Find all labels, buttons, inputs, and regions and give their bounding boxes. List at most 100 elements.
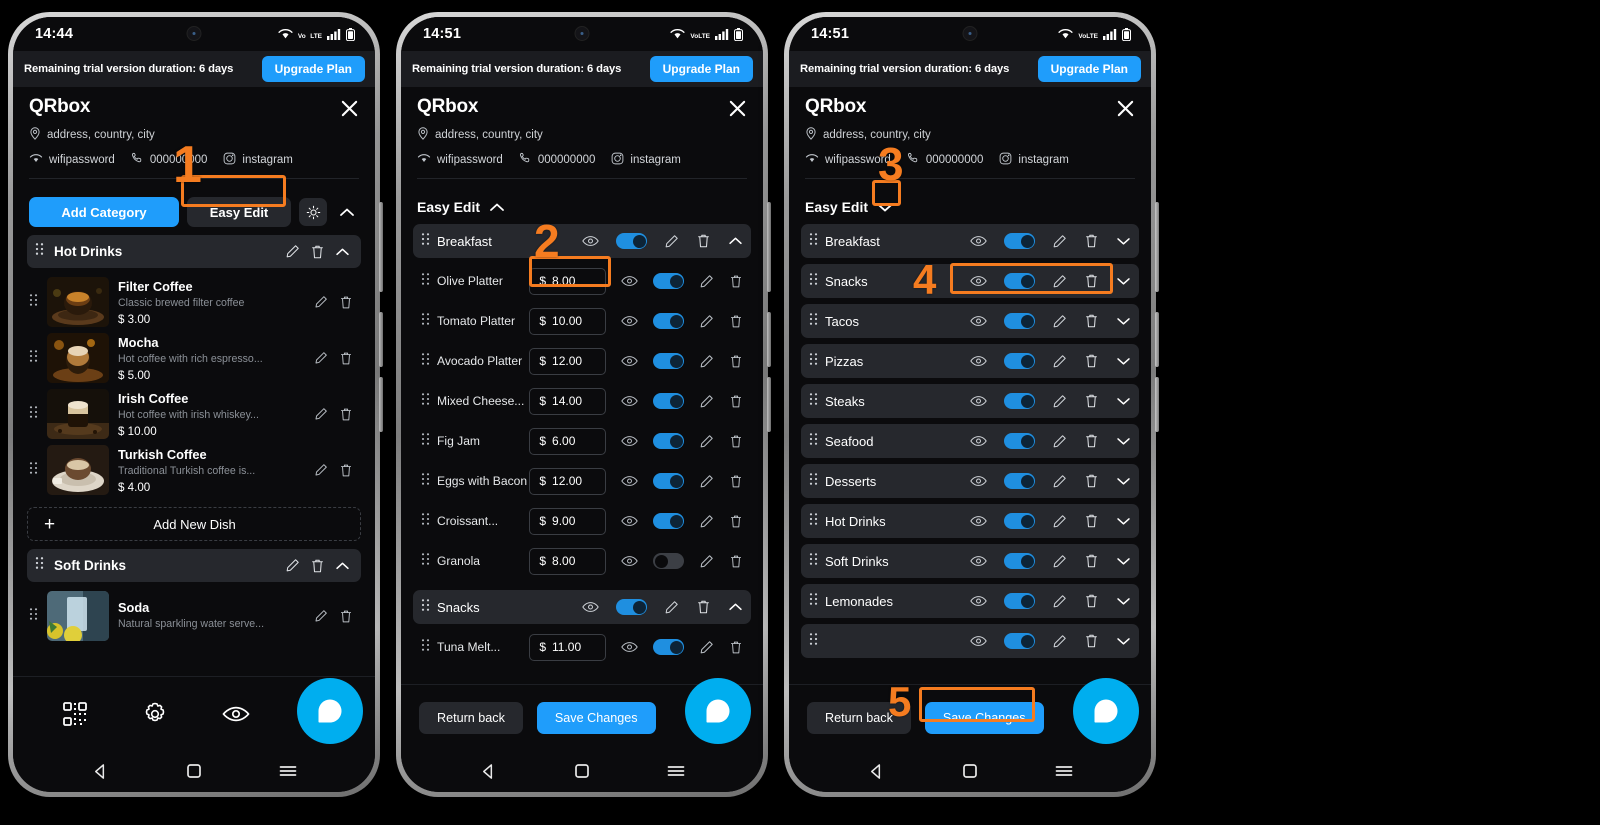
close-icon[interactable] [728, 96, 747, 118]
expand-chevron-down-icon[interactable] [1116, 516, 1131, 526]
delete-trash-icon[interactable] [729, 474, 743, 489]
easy-edit-item-row[interactable]: Mixed Cheese... $14.00 [413, 384, 751, 418]
easy-edit-category-row[interactable]: Pizzas [801, 344, 1139, 378]
edit-pencil-icon[interactable] [1052, 274, 1067, 289]
visibility-toggle[interactable] [1004, 273, 1035, 289]
edit-pencil-icon[interactable] [699, 474, 714, 489]
easy-edit-item-row[interactable]: Olive Platter $8.00 [413, 264, 751, 298]
drag-handle-icon[interactable] [421, 512, 430, 531]
visibility-toggle[interactable] [653, 513, 684, 529]
back-triangle-icon[interactable] [92, 763, 109, 780]
eye-icon[interactable] [582, 601, 599, 613]
eye-icon[interactable] [970, 275, 987, 287]
visibility-toggle[interactable] [1004, 513, 1035, 529]
save-changes-button[interactable]: Save Changes [924, 701, 1044, 734]
easy-edit-category-row[interactable]: Seafood [801, 424, 1139, 458]
eye-icon[interactable] [970, 635, 987, 647]
delete-trash-icon[interactable] [696, 599, 711, 615]
recents-menu-icon[interactable] [279, 764, 297, 778]
edit-pencil-icon[interactable] [1052, 314, 1067, 329]
dish-row[interactable]: Soda Natural sparkling water serve... [27, 588, 361, 644]
close-icon[interactable] [1116, 96, 1135, 118]
eye-icon[interactable] [970, 315, 987, 327]
add-category-button[interactable]: Add Category [29, 197, 179, 227]
visibility-toggle[interactable] [653, 473, 684, 489]
expand-chevron-down-icon[interactable] [1116, 356, 1131, 366]
easy-edit-chevron-down-icon[interactable] [877, 202, 893, 213]
easy-edit-button[interactable]: Easy Edit [187, 197, 291, 227]
eye-icon[interactable] [970, 555, 987, 567]
expand-chevron-down-icon[interactable] [1116, 556, 1131, 566]
drag-handle-icon[interactable] [809, 392, 818, 411]
drag-handle-icon[interactable] [809, 432, 818, 451]
delete-trash-icon[interactable] [696, 233, 711, 249]
return-back-button[interactable]: Return back [419, 701, 523, 734]
drag-handle-icon[interactable] [809, 232, 818, 251]
price-input[interactable]: $9.00 [529, 507, 606, 535]
eye-icon[interactable] [970, 595, 987, 607]
edit-pencil-icon[interactable] [1052, 594, 1067, 609]
edit-pencil-icon[interactable] [699, 554, 714, 569]
delete-trash-icon[interactable] [339, 407, 353, 422]
visibility-toggle[interactable] [653, 553, 684, 569]
phone-3-volume-down-button[interactable] [1155, 312, 1159, 367]
easy-edit-category-row[interactable]: Hot Drinks [801, 504, 1139, 538]
eye-icon[interactable] [970, 355, 987, 367]
phone-3-volume-up-button[interactable] [1155, 202, 1159, 292]
delete-trash-icon[interactable] [729, 554, 743, 569]
delete-trash-icon[interactable] [310, 244, 325, 260]
edit-pencil-icon[interactable] [1052, 634, 1067, 649]
eye-icon[interactable] [970, 235, 987, 247]
edit-pencil-icon[interactable] [285, 244, 300, 259]
collapse-panel-chevron-up-icon[interactable] [335, 207, 359, 218]
edit-pencil-icon[interactable] [699, 314, 714, 329]
eye-icon[interactable] [621, 435, 638, 447]
instagram-item[interactable]: instagram [611, 152, 681, 168]
visibility-toggle[interactable] [1004, 553, 1035, 569]
drag-handle-icon[interactable] [421, 432, 430, 451]
eye-icon[interactable] [582, 235, 599, 247]
eye-icon[interactable] [970, 435, 987, 447]
edit-pencil-icon[interactable] [1052, 434, 1067, 449]
edit-pencil-icon[interactable] [314, 295, 328, 309]
expand-chevron-down-icon[interactable] [1116, 436, 1131, 446]
expand-chevron-down-icon[interactable] [1116, 476, 1131, 486]
drag-handle-icon[interactable] [421, 232, 430, 251]
edit-pencil-icon[interactable] [1052, 354, 1067, 369]
delete-trash-icon[interactable] [729, 314, 743, 329]
gear-icon[interactable] [142, 701, 168, 727]
drag-handle-icon[interactable] [29, 293, 38, 312]
price-input[interactable]: $8.00 [529, 267, 606, 295]
edit-pencil-icon[interactable] [699, 394, 714, 409]
upgrade-plan-button[interactable]: Upgrade Plan [1037, 56, 1141, 82]
edit-pencil-icon[interactable] [314, 609, 328, 623]
edit-pencil-icon[interactable] [285, 558, 300, 573]
easy-edit-item-row[interactable]: Croissant... $9.00 [413, 504, 751, 538]
close-icon[interactable] [340, 96, 359, 118]
edit-pencil-icon[interactable] [1052, 394, 1067, 409]
easy-edit-category-row[interactable]: Lemonades [801, 584, 1139, 618]
edit-pencil-icon[interactable] [699, 434, 714, 449]
eye-icon[interactable] [621, 355, 638, 367]
qr-code-icon[interactable] [62, 701, 88, 727]
expand-chevron-down-icon[interactable] [1116, 636, 1131, 646]
price-input[interactable]: $8.00 [529, 547, 606, 575]
sun-icon[interactable] [299, 198, 327, 226]
visibility-toggle[interactable] [653, 273, 684, 289]
visibility-toggle[interactable] [1004, 633, 1035, 649]
delete-trash-icon[interactable] [339, 295, 353, 310]
easy-edit-category-row[interactable]: Soft Drinks [801, 544, 1139, 578]
edit-pencil-icon[interactable] [1052, 554, 1067, 569]
chat-bubble-fab[interactable] [685, 678, 751, 744]
delete-trash-icon[interactable] [1084, 633, 1099, 649]
recents-menu-icon[interactable] [667, 764, 685, 778]
collapse-chevron-up-icon[interactable] [335, 561, 350, 571]
delete-trash-icon[interactable] [1084, 593, 1099, 609]
price-input[interactable]: $12.00 [529, 467, 606, 495]
instagram-item[interactable]: instagram [999, 152, 1069, 168]
eye-icon[interactable] [621, 515, 638, 527]
phone-3-power-button[interactable] [1155, 377, 1159, 432]
drag-handle-icon[interactable] [29, 461, 38, 480]
easy-edit-category-row[interactable]: Tacos [801, 304, 1139, 338]
visibility-toggle[interactable] [1004, 393, 1035, 409]
